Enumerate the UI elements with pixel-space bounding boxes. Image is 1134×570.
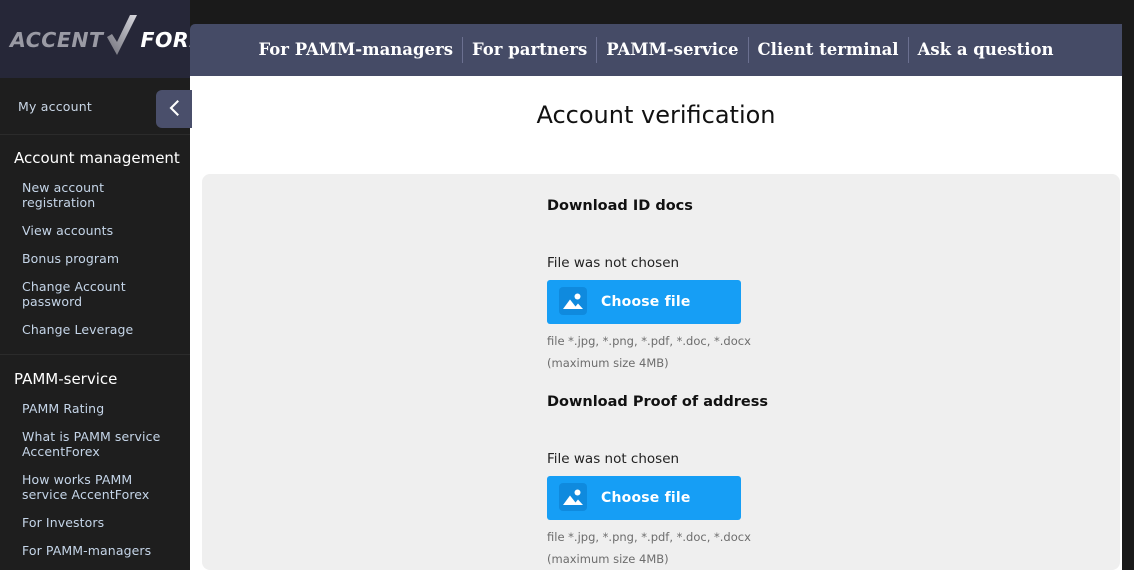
image-icon [559, 287, 587, 318]
topnav-item-for-pamm-managers[interactable]: For PAMM-managers [249, 39, 462, 61]
choose-file-button-proof-of-address[interactable]: Choose file [547, 476, 741, 520]
file-status-text: File was not chosen [547, 216, 751, 272]
choose-file-button-label: Choose file [601, 490, 691, 506]
sidebar-item-new-account-registration[interactable]: New account registration [0, 174, 190, 217]
page-right-edge [1122, 0, 1134, 570]
checkmark-icon [105, 22, 139, 58]
top-navigation: For PAMM-managers For partners PAMM-serv… [190, 24, 1122, 76]
image-icon [559, 483, 587, 514]
choose-file-button-label: Choose file [601, 294, 691, 310]
sidebar-item-for-investors[interactable]: For Investors [0, 509, 190, 537]
sidebar-item-pamm-rating[interactable]: PAMM Rating [0, 395, 190, 423]
sidebar-item-change-account-password[interactable]: Change Account password [0, 273, 190, 316]
brand-name-right: FOREX [140, 28, 190, 52]
sidebar-section-account-management: Account management New account registrat… [0, 135, 190, 344]
sidebar-section-title: PAMM-service [0, 369, 190, 395]
sidebar-item-view-accounts[interactable]: View accounts [0, 217, 190, 245]
upload-heading: Download Proof of address [547, 392, 768, 412]
sidebar-item-for-pamm-managers[interactable]: For PAMM-managers [0, 537, 190, 565]
topnav-item-pamm-service[interactable]: PAMM-service [597, 39, 747, 61]
sidebar-section-title: Account management [0, 148, 190, 174]
brand-logo[interactable]: ACCENT FOREX [10, 24, 190, 56]
upload-hint-formats: file *.jpg, *.png, *.pdf, *.doc, *.docx [547, 324, 751, 352]
sidebar-item-bonus-program[interactable]: Bonus program [0, 245, 190, 273]
upload-heading: Download ID docs [547, 196, 751, 216]
verification-panel: Download ID docs File was not chosen Cho… [202, 174, 1120, 570]
main-content: Account verification Download ID docs Fi… [190, 76, 1122, 570]
sidebar-item-my-account[interactable]: My account [18, 99, 92, 114]
topnav-item-for-partners[interactable]: For partners [463, 39, 596, 61]
chevron-left-icon [167, 99, 181, 120]
app-root: ACCENT FOREX My account [0, 0, 1134, 570]
upload-hint-maxsize: (maximum size 4MB) [547, 548, 768, 570]
file-status-text: File was not chosen [547, 412, 768, 468]
topnav-item-client-terminal[interactable]: Client terminal [749, 39, 908, 61]
upload-hint-formats: file *.jpg, *.png, *.pdf, *.doc, *.docx [547, 520, 768, 548]
sidebar-item-how-works-pamm-service[interactable]: How works PAMM service AccentForex [0, 466, 190, 509]
upload-block-proof-of-address: Download Proof of address File was not c… [547, 392, 768, 570]
sidebar-section-pamm-service: PAMM-service PAMM Rating What is PAMM se… [0, 354, 190, 570]
sidebar-item-change-leverage[interactable]: Change Leverage [0, 316, 190, 344]
brand-name-left: ACCENT [10, 28, 103, 52]
sidebar: ACCENT FOREX My account [0, 0, 190, 570]
top-navigation-items: For PAMM-managers For partners PAMM-serv… [249, 37, 1062, 63]
upload-block-id-docs: Download ID docs File was not chosen Cho… [547, 196, 751, 374]
sidebar-item-what-is-pamm-service[interactable]: What is PAMM service AccentForex [0, 423, 190, 466]
page-title: Account verification [190, 76, 1122, 132]
sidebar-collapse-button[interactable] [156, 90, 192, 128]
choose-file-button-id-docs[interactable]: Choose file [547, 280, 741, 324]
topnav-item-ask-a-question[interactable]: Ask a question [909, 39, 1063, 61]
upload-hint-maxsize: (maximum size 4MB) [547, 352, 751, 374]
logo-area: ACCENT FOREX [0, 0, 190, 78]
sidebar-item-for-pamm-partners[interactable]: For PAMM-Partners [0, 565, 190, 570]
